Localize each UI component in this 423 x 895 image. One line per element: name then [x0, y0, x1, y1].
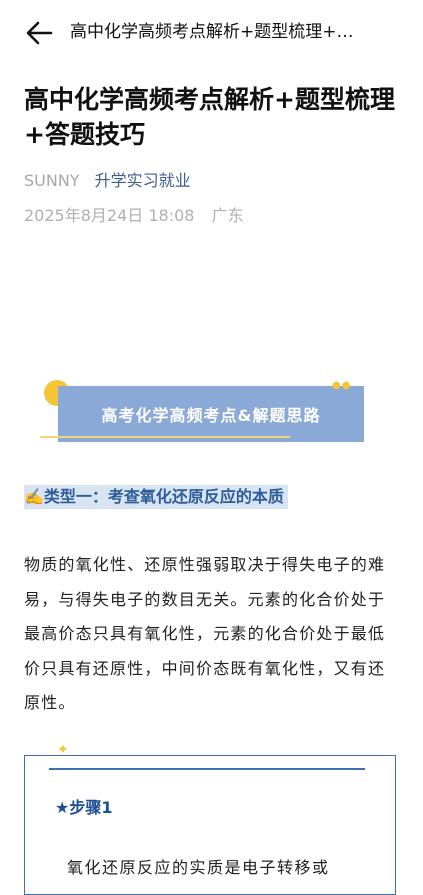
step-text: 氧化还原反应的实质是电子转移或	[67, 858, 330, 877]
article-title: 高中化学高频考点解析+题型梳理+答题技巧	[24, 85, 395, 149]
publish-location: 广东	[211, 206, 244, 225]
publish-info: 2025年8月24日 18:08 广东	[24, 205, 244, 227]
account-link[interactable]: 升学实习就业	[95, 171, 191, 190]
sparkle-icon: ✦	[57, 742, 69, 758]
section-banner: 高考化学高频考点&解题思路 ●●	[40, 378, 370, 448]
step-card-divider	[49, 768, 365, 770]
article-meta: SUNNY 升学实习就业	[24, 170, 191, 192]
body-paragraph: 物质的氧化性、还原性强弱取决于得失电子的难易，与得失电子的数目无关。元素的化合价…	[24, 555, 386, 712]
nav-title: 高中化学高频考点解析+题型梳理+…	[70, 22, 354, 42]
back-arrow-icon[interactable]	[24, 20, 54, 46]
section-heading: ✍️类型一：考查氧化还原反应的本质	[24, 485, 288, 509]
banner-title: 高考化学高频考点&解题思路	[58, 386, 364, 442]
author-name: SUNNY	[24, 171, 80, 190]
top-bar: 高中化学高频考点解析+题型梳理+…	[0, 0, 423, 64]
publish-date: 2025年8月24日 18:08	[24, 206, 195, 225]
step-card: ✦ ★步骤1 氧化还原反应的实质是电子转移或	[24, 742, 396, 895]
banner-underline-decoration	[40, 436, 290, 438]
banner-dots-decoration: ●●	[332, 380, 352, 391]
step-title: ★步骤1	[55, 798, 113, 817]
